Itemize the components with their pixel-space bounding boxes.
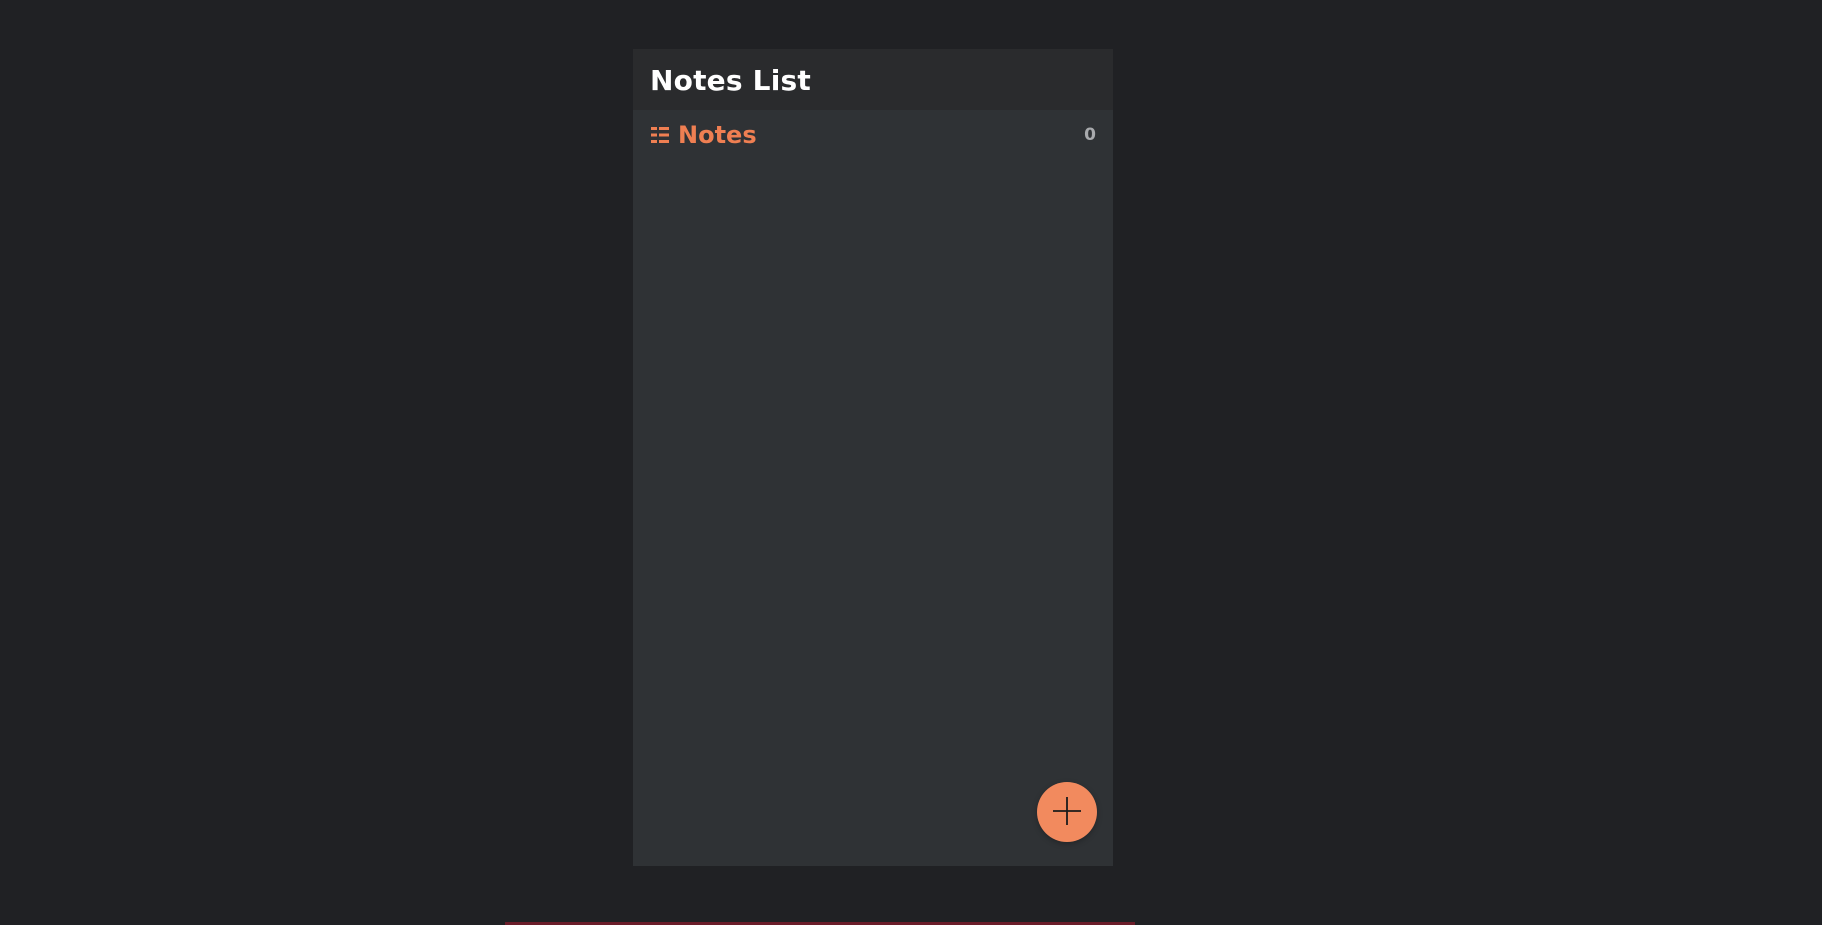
notes-count-badge: 0 [1084,125,1096,145]
page-title: Notes List [650,64,811,97]
notes-section-title-group: Notes [650,121,757,149]
plus-icon [1050,794,1084,831]
notes-app-window: Notes List Notes 0 [633,49,1113,866]
notes-section-label: Notes [678,121,757,149]
list-icon [650,125,670,145]
add-note-button[interactable] [1037,782,1097,842]
notes-section-header[interactable]: Notes 0 [633,110,1113,160]
app-header: Notes List [633,49,1113,110]
